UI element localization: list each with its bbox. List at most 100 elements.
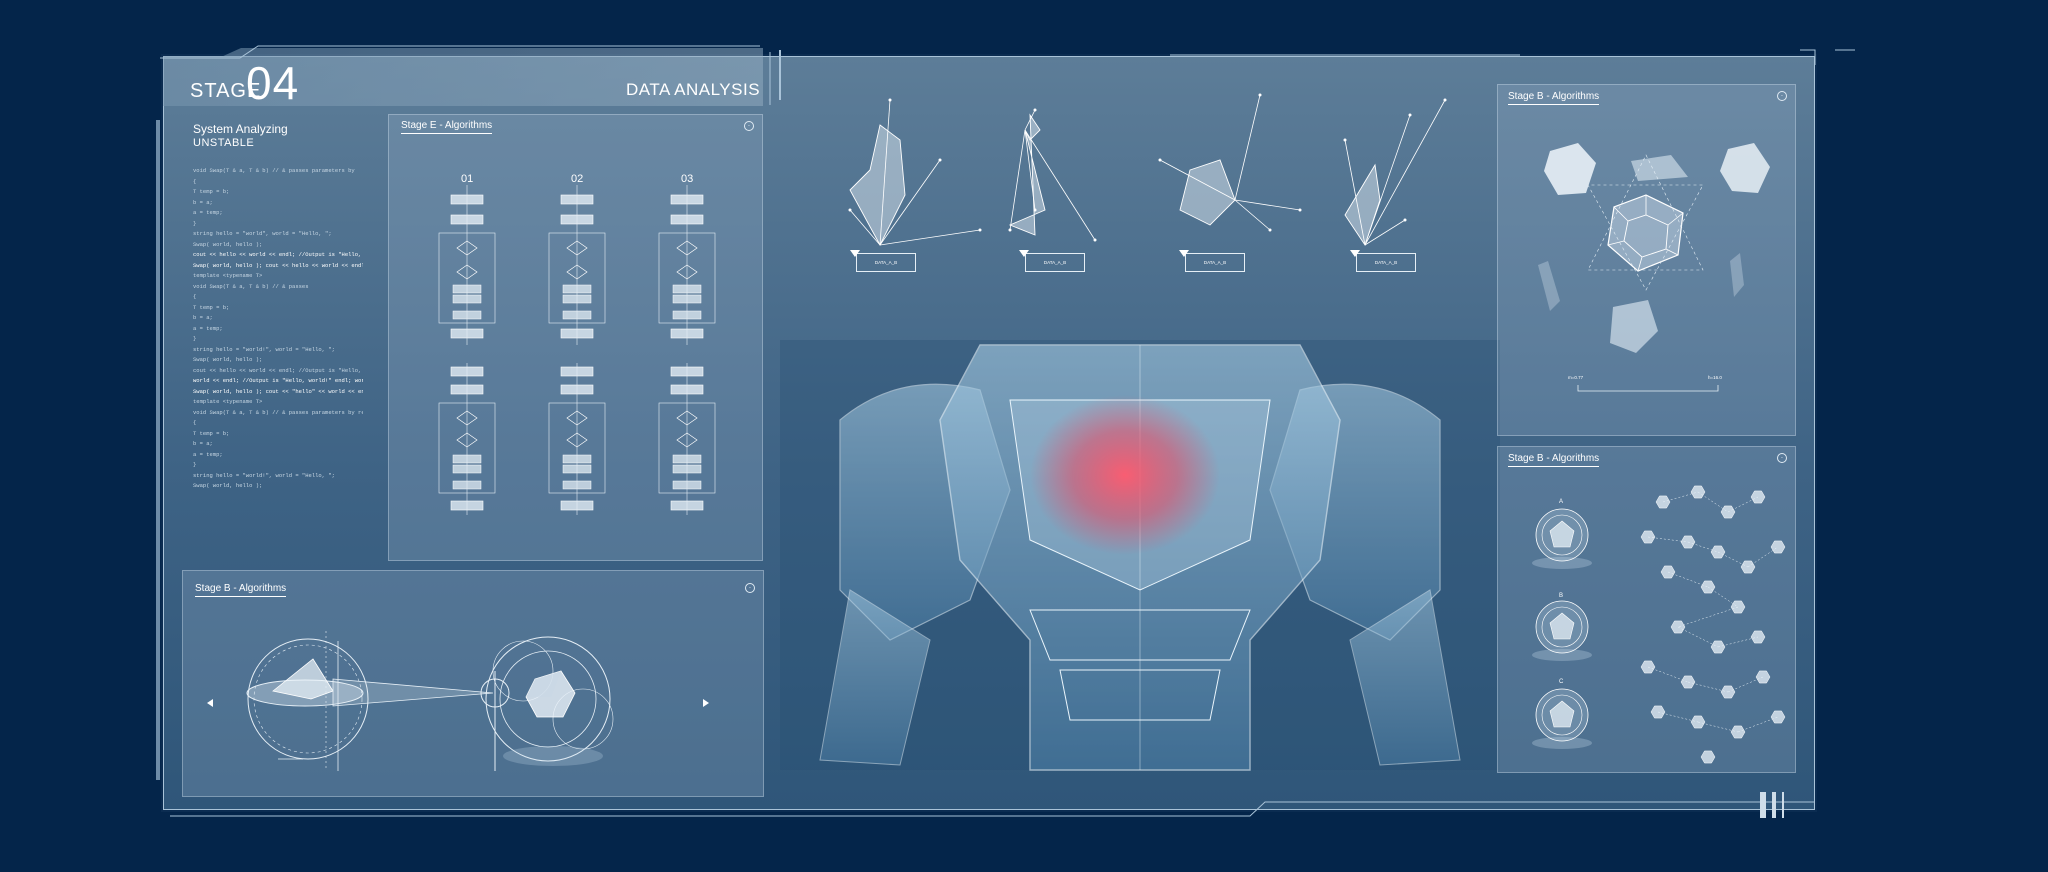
molecule-node [1655,495,1671,509]
radar-node [1268,228,1272,232]
molecule-bond [1737,716,1779,733]
molecule-node [1750,490,1766,504]
radar-label[interactable]: DATA_A_B [1025,253,1085,272]
code-line: string hello = "world!", world = "Hello,… [193,345,335,353]
code-line: T temp = b; [193,188,230,195]
code-line: } [193,335,197,342]
radar-label[interactable]: DATA_A_B [1185,253,1245,272]
radar-chart [1008,108,1097,242]
radar-node [1298,208,1302,212]
radar-node [1008,228,1012,232]
code-line: } [193,461,197,468]
radar-node [938,158,942,162]
code-line: { [193,419,197,426]
molecule-node [1730,600,1746,614]
stage-number: 04 [246,57,300,109]
algorithms-bottom-right-panel: Stage B - Algorithms · A B C [1497,446,1796,773]
molecule-bond [1677,606,1739,628]
robot-hologram [780,340,1500,771]
molecule-node [1690,715,1706,729]
radar-node [1258,93,1262,97]
molecule-node [1640,660,1656,674]
radar-area [849,124,906,246]
molecule-node [1710,640,1726,654]
molecule-node [1640,530,1656,544]
pointer-icon [1019,250,1029,257]
radar-area [1008,113,1046,236]
code-line: void Swap(T & a, T & b) // & passes para… [193,167,355,174]
molecule-node [1750,630,1766,644]
code-line: Swap( world, hello ); cout << hello << w… [193,261,363,269]
sphere-label: B [1559,593,1564,599]
pointer-icon [1350,250,1360,257]
radar-node [1403,218,1407,222]
sphere-label: C [1559,679,1564,685]
code-line: Swap( world, hello ); [193,482,263,489]
radar-node [848,208,852,212]
arrow-left-icon [207,699,213,707]
radar-spoke [1009,129,1026,231]
molecule-node [1700,750,1716,764]
section-title: DATA ANALYSIS [626,80,761,99]
code-line: b = a; [193,440,213,447]
radar-node [1443,98,1447,102]
molecule-node [1730,725,1746,739]
code-line: Swap( world, hello ); [193,240,263,248]
code-line: a = temp; [193,209,223,216]
code-line: Swap( world, hello ); cout << "hello" <<… [193,387,363,395]
code-line: cout << hello << world << endl; //Output… [193,366,363,374]
radar-node [1408,113,1412,117]
code-line: template <typename T> [193,272,263,279]
radar-node [888,98,892,102]
system-status: UNSTABLE [193,137,255,149]
pointer-icon [1179,250,1189,257]
code-line: } [193,219,197,227]
molecule-node [1720,505,1736,519]
radar-node [1158,158,1162,162]
radar-chart [1158,93,1302,232]
settings-icon[interactable]: · [1777,453,1787,463]
code-line: a = temp; [193,450,223,458]
radar-node [1343,138,1347,142]
dodecahedron-diagram [1538,143,1770,392]
molecule-node [1770,540,1786,554]
radar-node [1033,108,1037,112]
code-line: { [193,177,197,185]
algorithms-bottom-left-panel: Stage B - Algorithms · [182,570,764,797]
code-line: world << endl; //Output is "Hello, world… [193,377,363,384]
molecule-bond [1647,666,1689,683]
flowchart [548,185,606,515]
code-line: { [193,293,197,300]
code-line: Swap( world, hello ); [193,356,263,363]
algorithms-center-panel: Stage E - Algorithms · 01 02 03 [388,114,763,561]
sphere-column [1532,508,1592,749]
code-line: void Swap(T & a, T & b) // & passes para… [193,408,363,416]
system-title: System Analyzing [193,122,288,136]
molecule-node [1680,675,1696,689]
radar-node [1093,238,1097,242]
radar-node [978,228,982,232]
radar-chart [848,98,982,246]
molecule-node [1690,485,1706,499]
radar-area [1179,159,1236,226]
code-line: string hello = "world", world = "Hello, … [193,230,332,237]
molecule-bond [1667,571,1709,588]
molecule-network [1640,485,1786,764]
molecule-node [1670,620,1686,634]
code-line: b = a; [193,314,213,321]
flowchart [438,185,496,515]
sphere-label: A [1559,499,1564,505]
molecule-node [1650,705,1666,719]
molecule-node [1680,535,1696,549]
radar-label[interactable]: DATA_A_B [1356,253,1416,272]
radar-charts [848,93,1447,247]
code-line: cout << hello << world << endl; //Output… [193,251,362,258]
code-listing: void Swap(T & a, T & b) // & passes para… [193,166,363,492]
molecule-node [1710,545,1726,559]
scale-right-label: h=16.0 [1708,375,1722,380]
molecule-node [1770,710,1786,724]
radar-label[interactable]: DATA_A_B [856,253,916,272]
code-line: T temp = b; [193,429,230,437]
pointer-icon [850,250,860,257]
molecule-bond [1677,626,1719,648]
